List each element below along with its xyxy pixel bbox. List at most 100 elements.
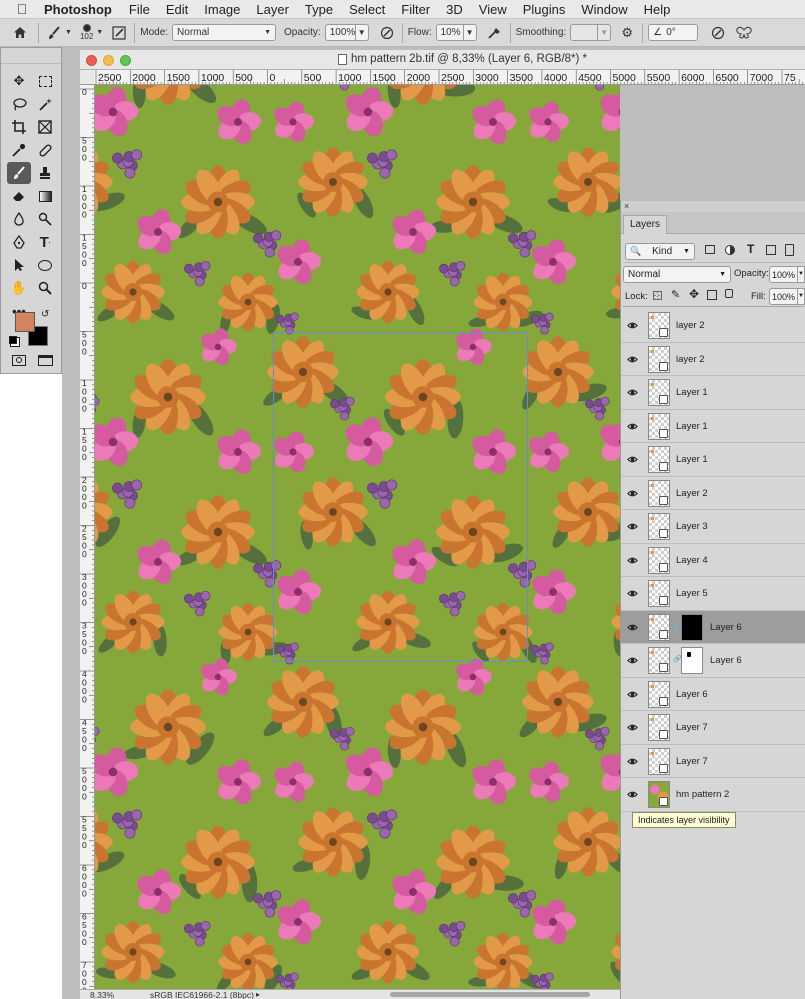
tab-layers[interactable]: Layers: [623, 215, 668, 234]
angle-field[interactable]: ∠ 0°: [648, 24, 699, 41]
layer-name[interactable]: Layer 5: [676, 588, 708, 599]
mode-dropdown[interactable]: Normal ▼: [172, 24, 277, 41]
marquee-tool-icon[interactable]: [33, 70, 57, 92]
filter-adjustment-layer-icon[interactable]: [725, 245, 735, 255]
menu-3d[interactable]: 3D: [446, 2, 463, 17]
screen-mode-icon[interactable]: [33, 349, 57, 371]
horizontal-ruler[interactable]: 2500 2000 1500 1000 500 0 500 1000 1500 2000 2500 3…: [94, 70, 805, 85]
chevron-down-icon[interactable]: ▼: [355, 24, 369, 41]
layer-row[interactable]: layer 2: [621, 343, 805, 376]
pen-tool-icon[interactable]: [7, 231, 31, 253]
layer-thumbnail[interactable]: [648, 613, 670, 641]
layer-name[interactable]: Layer 2: [676, 488, 708, 499]
menu-help[interactable]: Help: [644, 2, 671, 17]
opacity-field[interactable]: 100%: [324, 24, 356, 41]
tools-panel-header[interactable]: [1, 48, 61, 64]
gradient-tool-icon[interactable]: [33, 185, 57, 207]
filter-type-layer-icon[interactable]: T: [747, 242, 754, 256]
lock-position-icon[interactable]: ✥: [689, 287, 699, 301]
eye-visibility-icon[interactable]: [627, 488, 638, 499]
filter-kind-dropdown[interactable]: 🔍 Kind ▼: [625, 243, 695, 260]
layers-panel-close-icon[interactable]: ×: [621, 201, 805, 212]
layer-thumbnail[interactable]: [648, 546, 670, 574]
eye-visibility-icon[interactable]: [627, 689, 638, 700]
vertical-ruler[interactable]: 0 500 1000 1500 0 500 1000 1500 2000 2500 3000 3500…: [80, 85, 95, 999]
zoom-window-icon[interactable]: [120, 55, 131, 66]
menu-select[interactable]: Select: [349, 2, 385, 17]
layer-row[interactable]: layer 2: [621, 309, 805, 343]
layer-name[interactable]: layer 2: [676, 354, 705, 365]
clone-stamp-tool-icon[interactable]: [33, 162, 57, 184]
filter-pixel-layer-icon[interactable]: [705, 245, 715, 254]
quick-mask-icon[interactable]: [7, 349, 31, 371]
layer-row[interactable]: Layer 1: [621, 443, 805, 477]
flow-field[interactable]: 10%: [435, 24, 464, 41]
layer-thumbnail[interactable]: [648, 446, 670, 473]
menu-edit[interactable]: Edit: [166, 2, 188, 17]
home-icon[interactable]: [10, 23, 30, 43]
layer-name[interactable]: Layer 1: [676, 454, 708, 465]
filter-shape-layer-icon[interactable]: [766, 245, 776, 255]
layer-name[interactable]: hm pattern 2: [676, 789, 729, 800]
chevron-down-icon[interactable]: ▼: [798, 288, 805, 305]
chevron-down-icon[interactable]: ▼: [798, 266, 805, 283]
close-window-icon[interactable]: [86, 55, 97, 66]
default-colors-icon[interactable]: [9, 336, 17, 344]
eye-visibility-icon[interactable]: [627, 588, 638, 599]
chevron-down-icon[interactable]: ▼: [598, 24, 612, 41]
layer-row[interactable]: Layer 4: [621, 544, 805, 577]
type-tool-icon[interactable]: T.: [33, 231, 57, 253]
layer-name[interactable]: Layer 1: [676, 387, 708, 398]
pressure-opacity-icon[interactable]: [377, 23, 397, 43]
fill-field[interactable]: 100%: [769, 288, 798, 305]
lock-transparent-pixels-icon[interactable]: [653, 291, 662, 300]
layer-row[interactable]: Layer 5: [621, 577, 805, 611]
menu-image[interactable]: Image: [204, 2, 240, 17]
layer-name[interactable]: Layer 7: [676, 756, 708, 767]
brush-settings-icon[interactable]: [109, 23, 129, 43]
layer-name[interactable]: Layer 6: [710, 622, 742, 633]
menu-window[interactable]: Window: [581, 2, 627, 17]
app-name-menu[interactable]: Photoshop: [44, 2, 112, 17]
pressure-size-icon[interactable]: [708, 23, 728, 43]
menu-type[interactable]: Type: [305, 2, 333, 17]
frame-tool-icon[interactable]: [33, 116, 57, 138]
zoom-level[interactable]: 8.33%: [90, 990, 150, 999]
horizontal-scrollbar[interactable]: [390, 992, 590, 997]
menu-layer[interactable]: Layer: [256, 2, 289, 17]
layer-row[interactable]: Layer 3: [621, 510, 805, 544]
airbrush-icon[interactable]: [485, 23, 505, 43]
dodge-tool-icon[interactable]: [33, 208, 57, 230]
layer-name[interactable]: layer 2: [676, 320, 705, 331]
healing-brush-tool-icon[interactable]: [33, 139, 57, 161]
filter-smart-object-icon[interactable]: [785, 244, 794, 256]
chevron-down-icon[interactable]: ▼: [96, 29, 103, 36]
eye-visibility-icon[interactable]: [627, 756, 638, 767]
eye-visibility-icon[interactable]: [627, 655, 638, 666]
eye-visibility-icon[interactable]: [627, 387, 638, 398]
layer-row[interactable]: 🔗 Layer 6: [621, 610, 805, 644]
symmetry-butterfly-icon[interactable]: [734, 23, 754, 43]
layer-name[interactable]: Layer 6: [676, 689, 708, 700]
move-tool-icon[interactable]: ✥: [7, 70, 31, 92]
layer-row[interactable]: Layer 1: [621, 376, 805, 410]
eye-visibility-icon[interactable]: [627, 789, 638, 800]
layer-thumbnail[interactable]: [648, 747, 670, 775]
layer-thumbnail[interactable]: [648, 312, 670, 339]
lock-image-pixels-icon[interactable]: ✎: [671, 288, 680, 301]
layer-thumbnail[interactable]: [648, 680, 670, 708]
layer-opacity-field[interactable]: 100%: [769, 266, 798, 283]
ruler-origin[interactable]: [80, 70, 95, 85]
lasso-tool-icon[interactable]: [7, 93, 31, 115]
layer-thumbnail[interactable]: [648, 412, 670, 440]
eye-visibility-icon[interactable]: [627, 622, 638, 633]
layer-name[interactable]: Layer 4: [676, 555, 708, 566]
menu-filter[interactable]: Filter: [401, 2, 430, 17]
layer-name[interactable]: Layer 1: [676, 421, 708, 432]
zoom-tool-icon[interactable]: [33, 277, 57, 299]
layer-row[interactable]: Layer 1: [621, 410, 805, 443]
layer-thumbnail[interactable]: [648, 379, 670, 406]
layer-name[interactable]: Layer 6: [710, 655, 742, 666]
brush-tool-preset-icon[interactable]: [44, 23, 64, 43]
layer-row[interactable]: Layer 6: [621, 678, 805, 711]
